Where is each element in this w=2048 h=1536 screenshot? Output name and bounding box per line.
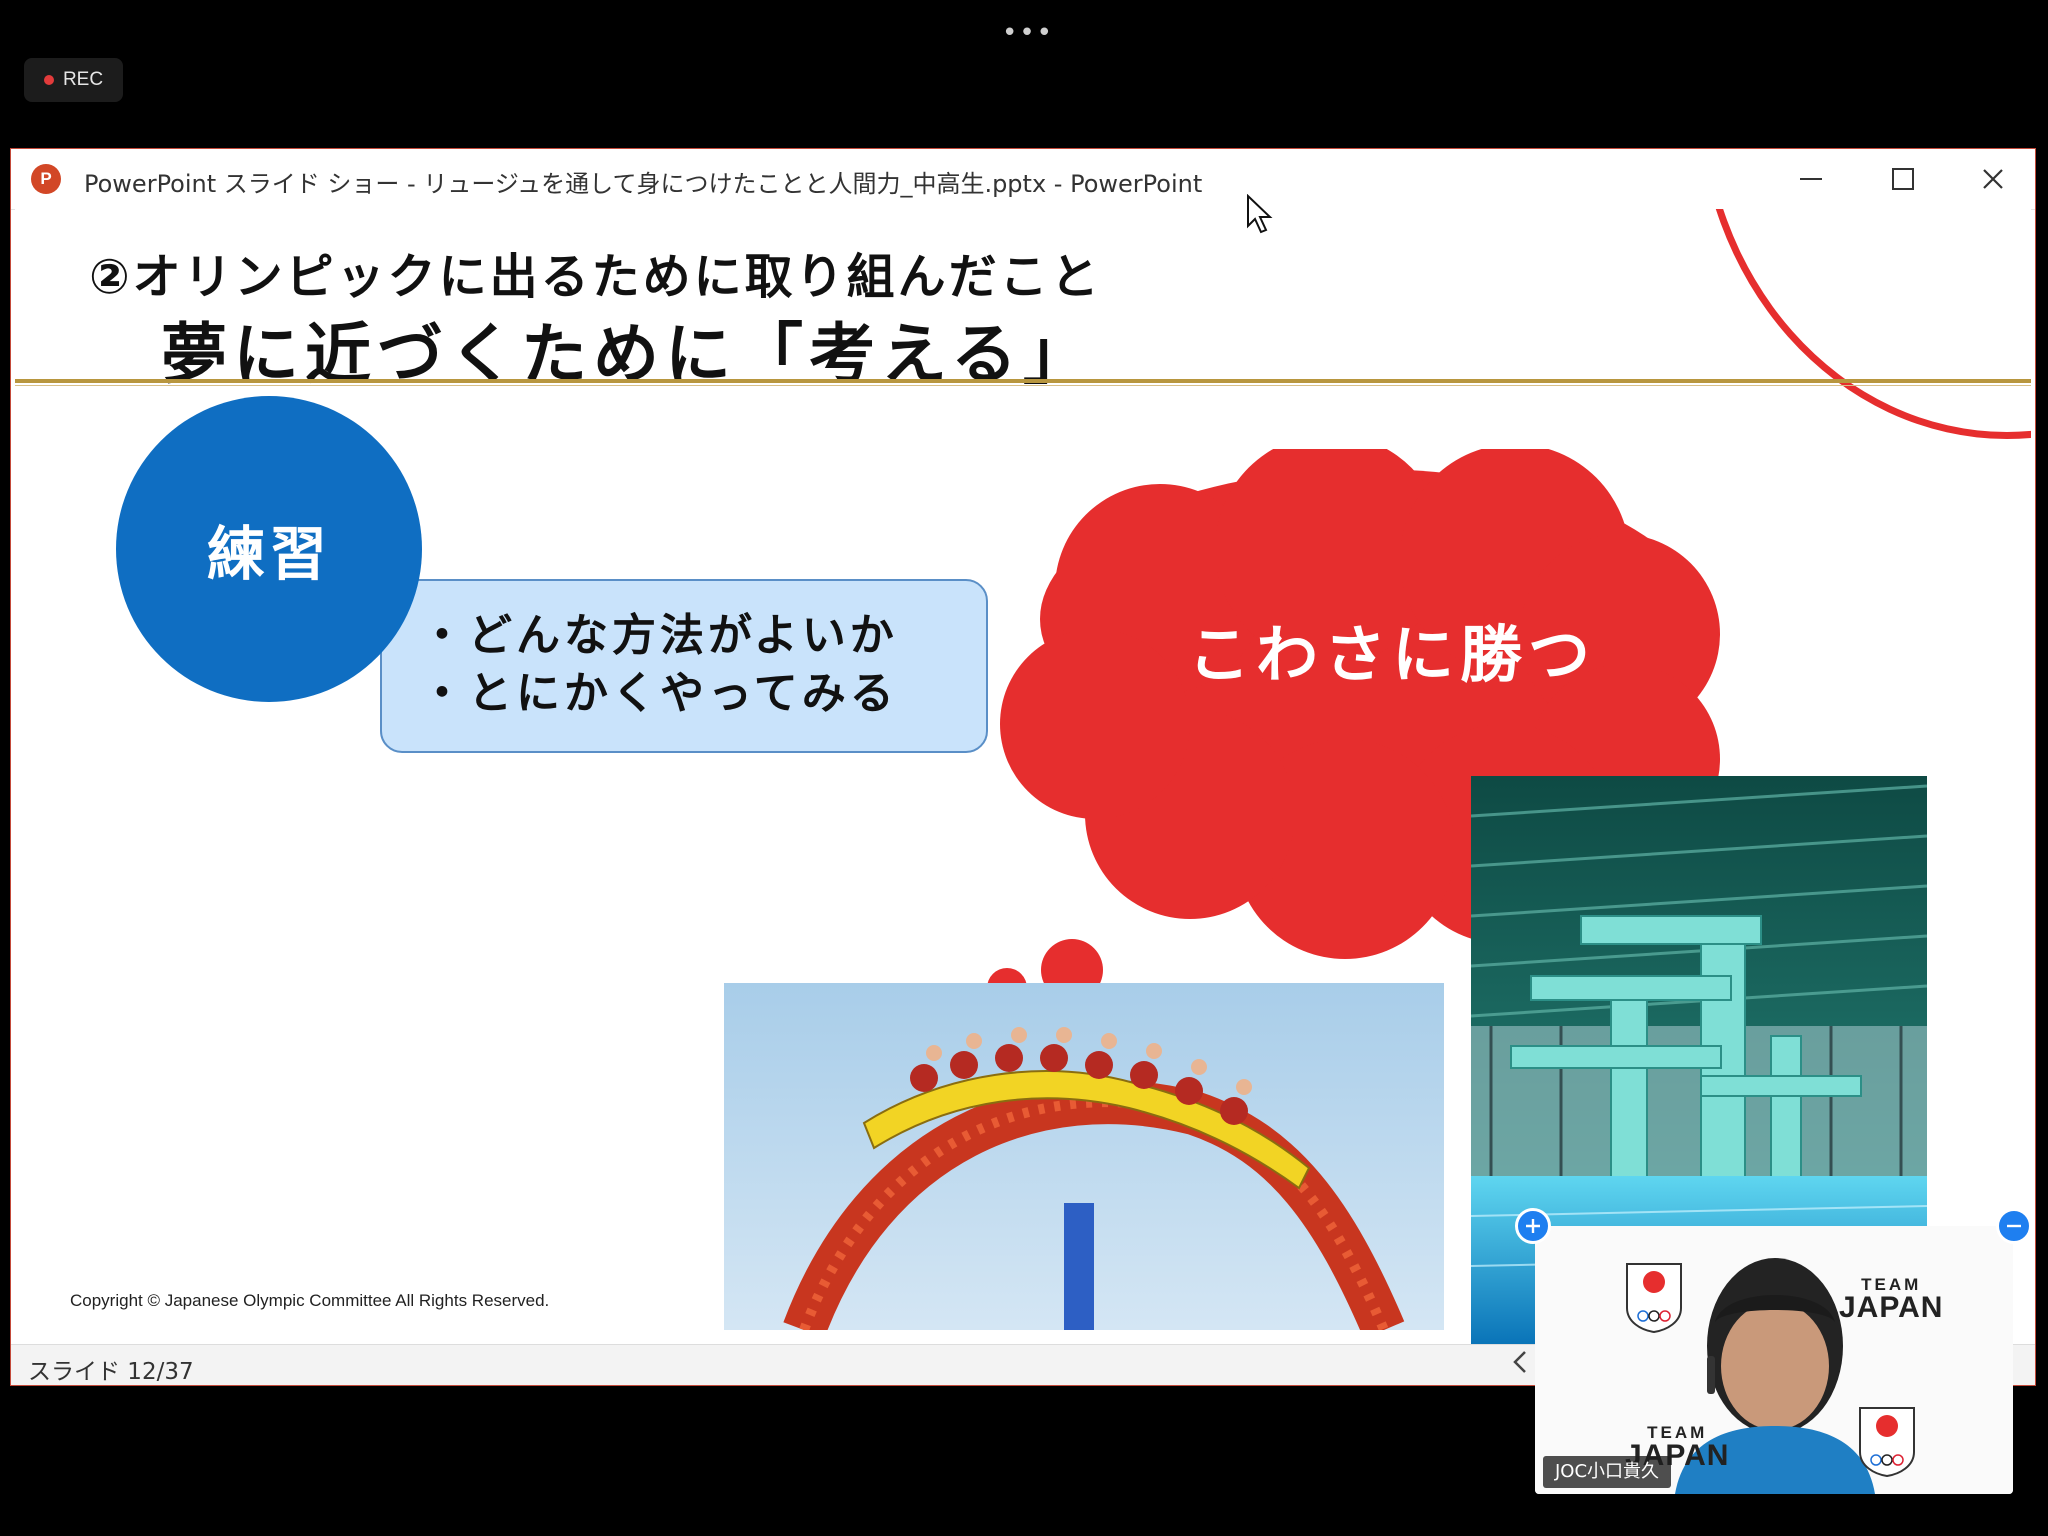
participant-video-tile[interactable]: TEAM JAPAN TEAM JAPAN [1535,1226,2013,1494]
minimize-button[interactable] [1781,157,1841,201]
maximize-button[interactable] [1873,157,1933,201]
participant-video [1535,1226,2013,1494]
more-options-icon[interactable]: ••• [1002,18,1054,48]
slide-title: ②オリンピックに出るために取り組んだこと [89,249,1102,305]
zoom-in-button[interactable] [1515,1208,1551,1244]
powerpoint-window: P PowerPoint スライド ショー - リュージュを通して身につけたこと… [10,148,2036,1386]
team-japan-emblem [1625,1262,1683,1334]
plus-icon [1526,1219,1540,1233]
japan-label: JAPAN [1839,1291,1944,1324]
record-dot-icon [43,75,54,85]
window-title: PowerPoint スライド ショー - リュージュを通して身につけたことと人… [84,170,1203,198]
participant-name-label: JOC小口貴久 [1543,1456,1672,1488]
slide-counter: スライド 12/37 [28,1359,194,1385]
practice-circle: 練習 [116,396,422,702]
recording-indicator[interactable]: REC [24,58,123,102]
minimize-icon [1800,178,1822,180]
powerpoint-icon: P [31,164,61,194]
copyright-notice: Copyright © Japanese Olympic Committee A… [70,1291,550,1310]
mouse-pointer-icon [1246,193,1274,238]
close-icon [1983,169,2003,189]
circle-label: 練習 [206,520,331,588]
team-japan-logo: TEAM JAPAN [1839,1276,1943,1323]
title-divider-thin [15,385,2031,386]
note-box: ・どんな方法がよいか ・とにかくやってみる [380,579,988,753]
screen: ••• REC P PowerPoint スライド ショー - リュージュを通し… [0,0,2048,1536]
team-japan-emblem [1858,1406,1916,1478]
title-divider [15,379,2031,383]
slide[interactable]: ②オリンピックに出るために取り組んだこと 夢に近づくために「考える」 ・どんな方… [15,209,2031,1344]
maximize-icon [1892,168,1914,190]
minus-icon [2007,1224,2021,1228]
note-line: ・とにかくやってみる [420,668,898,719]
zoom-out-button[interactable] [1996,1208,2032,1244]
cloud-text: こわさに勝つ [1188,618,1597,691]
note-line: ・どんな方法がよいか [420,610,898,661]
window-titlebar: P PowerPoint スライド ショー - リュージュを通して身につけたこと… [11,149,2035,210]
decorative-red-arc [1697,209,2031,439]
previous-slide-button[interactable] [1511,1349,1529,1382]
rec-label: REC [62,69,104,90]
close-button[interactable] [1963,157,2023,201]
chevron-left-icon [1513,1351,1526,1373]
roller-coaster-photo [724,983,1444,1330]
